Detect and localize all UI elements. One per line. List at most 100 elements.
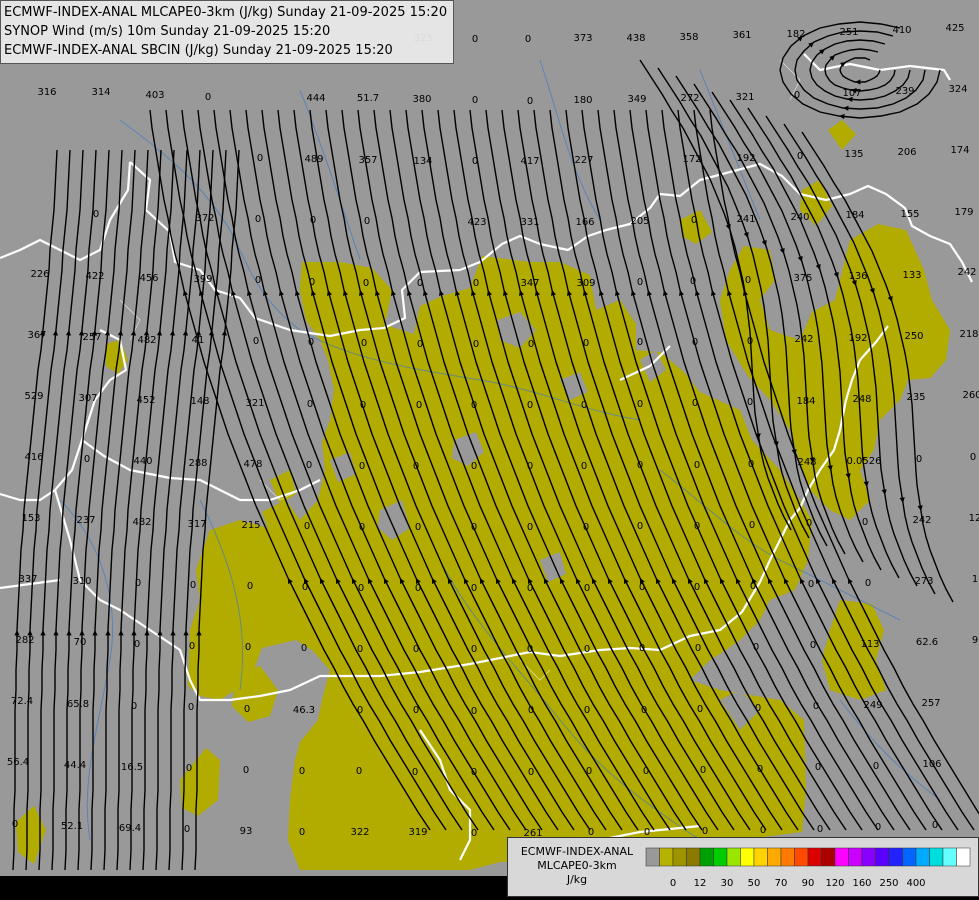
sbcin-label: 0 xyxy=(471,583,477,594)
sbcin-label: 0 xyxy=(794,90,800,101)
legend-tick-label: 160 xyxy=(852,878,871,889)
sbcin-label: 113 xyxy=(860,639,879,650)
sbcin-label: 0 xyxy=(916,454,922,465)
sbcin-label: 0 xyxy=(359,522,365,533)
sbcin-label: 260 xyxy=(962,390,979,401)
sbcin-label: 380 xyxy=(412,94,431,105)
sbcin-label: 242 xyxy=(912,515,931,526)
legend-unit: J/kg xyxy=(566,873,588,886)
legend-swatch xyxy=(821,847,836,867)
sbcin-label: 184 xyxy=(796,396,815,407)
sbcin-label: 482 xyxy=(132,517,151,528)
sbcin-label: 0 xyxy=(527,522,533,533)
sbcin-label: 0 xyxy=(970,452,976,463)
legend-swatch xyxy=(726,847,741,867)
sbcin-label: 0 xyxy=(694,460,700,471)
sbcin-label: 349 xyxy=(627,94,646,105)
sbcin-label: 250 xyxy=(904,331,923,342)
sbcin-label: 0 xyxy=(308,337,314,348)
sbcin-label: 410 xyxy=(892,25,911,36)
sbcin-label: 0 xyxy=(692,337,698,348)
sbcin-label: 0 xyxy=(525,34,531,45)
sbcin-label: 72.4 xyxy=(11,696,33,707)
legend-swatch xyxy=(645,847,660,867)
sbcin-label: 0 xyxy=(358,583,364,594)
sbcin-label: 0 xyxy=(747,336,753,347)
sbcin-label: 321 xyxy=(245,398,264,409)
sbcin-label: 52.1 xyxy=(61,821,83,832)
sbcin-label: 0 xyxy=(134,639,140,650)
sbcin-label: 0 xyxy=(815,762,821,773)
sbcin-label: 288 xyxy=(188,458,207,469)
sbcin-label: 0 xyxy=(243,765,249,776)
sbcin-label: 0 xyxy=(581,461,587,472)
sbcin-label: 367 xyxy=(27,330,46,341)
sbcin-label: 0 xyxy=(583,338,589,349)
sbcin-label: 452 xyxy=(136,395,155,406)
sbcin-label: 16.5 xyxy=(121,762,143,773)
sbcin-label: 0 xyxy=(749,520,755,531)
sbcin-label: 0 xyxy=(527,583,533,594)
sbcin-label: 0 xyxy=(255,275,261,286)
sbcin-label: 324 xyxy=(948,84,967,95)
sbcin-label: 226 xyxy=(30,269,49,280)
map[interactable]: 316 314 403 0 444 51.7 380 0 0 180 349 272 321 0 107 23… xyxy=(0,0,979,900)
layer-line-mlcape: ECMWF-INDEX-ANAL MLCAPE0-3km (J/kg) Sund… xyxy=(4,5,448,20)
sbcin-label: 0 xyxy=(416,400,422,411)
sbcin-label: 0 xyxy=(753,642,759,653)
legend-swatch xyxy=(713,847,728,867)
sbcin-label: 0 xyxy=(253,336,259,347)
sbcin-label: 12 xyxy=(969,513,979,524)
sbcin-label: 0 xyxy=(750,581,756,592)
sbcin-label: 0 xyxy=(637,460,643,471)
legend-tick-label: 12 xyxy=(694,878,707,889)
sbcin-label: 179 xyxy=(954,207,973,218)
sbcin-label: 248 xyxy=(797,457,816,468)
sbcin-label: 174 xyxy=(950,145,969,156)
sbcin-label: 0 xyxy=(189,641,195,652)
legend-swatch xyxy=(740,847,755,867)
sbcin-label: 1 xyxy=(972,574,978,585)
legend-swatch xyxy=(902,847,917,867)
sbcin-label: 257 xyxy=(921,698,940,709)
sbcin-label: 184 xyxy=(845,210,864,221)
sbcin-label: 357 xyxy=(358,155,377,166)
sbcin-label: 0 xyxy=(873,761,879,772)
sbcin-label: 0 xyxy=(694,521,700,532)
sbcin-label: 0 xyxy=(471,644,477,655)
legend-swatch xyxy=(942,847,957,867)
sbcin-label: 0 xyxy=(586,766,592,777)
sbcin-label: 0 xyxy=(357,644,363,655)
sbcin-label: 0 xyxy=(188,702,194,713)
sbcin-label: 399 xyxy=(193,274,212,285)
sbcin-label: 206 xyxy=(897,147,916,158)
sbcin-label: 0 xyxy=(357,705,363,716)
sbcin-label: 0 xyxy=(932,820,938,831)
sbcin-label: 0 xyxy=(817,824,823,835)
sbcin-label: 316 xyxy=(37,87,56,98)
sbcin-label: 192 xyxy=(848,333,867,344)
sbcin-label: 317 xyxy=(187,519,206,530)
legend-tick-label: 250 xyxy=(879,878,898,889)
layer-line-wind: SYNOP Wind (m/s) 10m Sunday 21-09-2025 1… xyxy=(4,24,331,39)
sbcin-label: 153 xyxy=(21,513,40,524)
legend-tick-label: 50 xyxy=(748,878,761,889)
sbcin-label: 0 xyxy=(472,34,478,45)
sbcin-label: 337 xyxy=(18,574,37,585)
sbcin-label: 309 xyxy=(576,278,595,289)
sbcin-label: 69.4 xyxy=(119,823,141,834)
sbcin-label: 0 xyxy=(413,644,419,655)
layer-info-panel: ECMWF-INDEX-ANAL MLCAPE0-3km (J/kg) Sund… xyxy=(0,0,455,64)
sbcin-label: 0 xyxy=(471,522,477,533)
sbcin-label: 180 xyxy=(573,95,592,106)
sbcin-label: 440 xyxy=(133,456,152,467)
sbcin-label: 134 xyxy=(413,156,432,167)
sbcin-label: 358 xyxy=(679,32,698,43)
sbcin-label: 9 xyxy=(972,635,978,646)
sbcin-label: 416 xyxy=(24,452,43,463)
sbcin-label: 0 xyxy=(310,215,316,226)
sbcin-label: 205 xyxy=(630,216,649,227)
sbcin-label: 0 xyxy=(363,278,369,289)
sbcin-label: 0 xyxy=(637,337,643,348)
sbcin-label: 0 xyxy=(415,522,421,533)
